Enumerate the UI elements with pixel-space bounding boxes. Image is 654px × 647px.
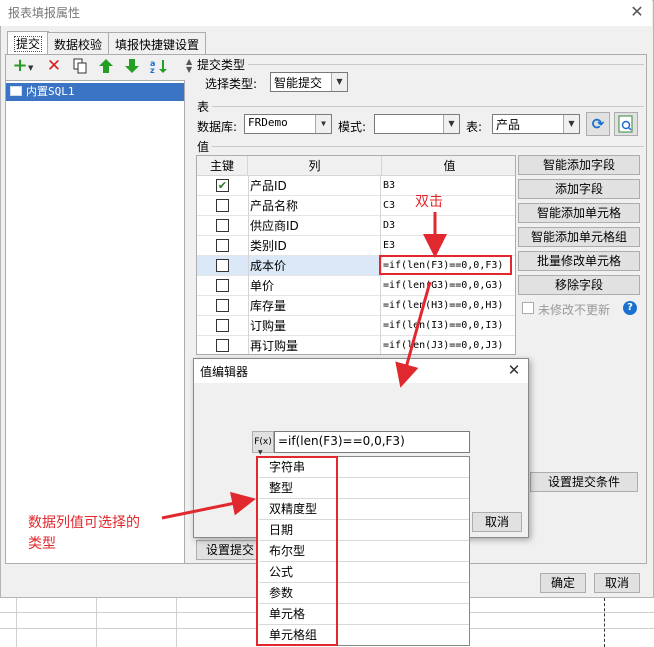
annotation-arrows [161,212,447,520]
arrow-to-editor [395,281,432,388]
arrow-to-dropdown [161,491,256,520]
